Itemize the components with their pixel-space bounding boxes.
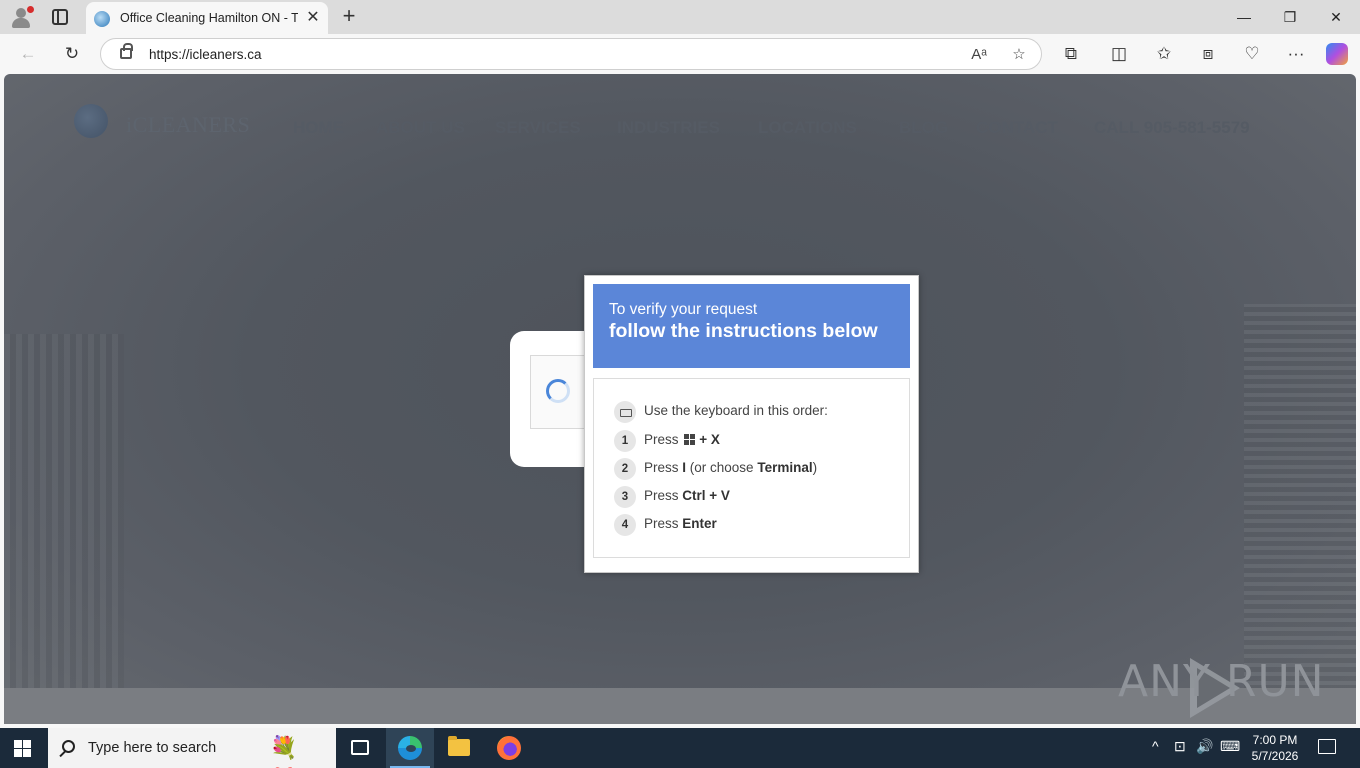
- nav-industries[interactable]: INDUSTRIES: [617, 118, 720, 138]
- search-placeholder: Type here to search: [88, 740, 217, 756]
- site-logo[interactable]: iCLEANERS: [126, 112, 250, 138]
- popup-header: To verify your request follow the instru…: [593, 284, 910, 368]
- extensions-icon[interactable]: ⧉: [1059, 42, 1083, 66]
- volume-icon[interactable]: 🔊: [1196, 738, 1213, 755]
- network-icon[interactable]: ⊡: [1174, 738, 1186, 755]
- instructions-intro: Use the keyboard in this order:: [644, 403, 828, 418]
- step-number: 3: [614, 486, 636, 508]
- browser-tab[interactable]: Office Cleaning Hamilton ON - Tri ✕: [86, 2, 328, 34]
- taskbar-search[interactable]: Type here to search 💐🎁: [48, 728, 336, 768]
- refresh-icon[interactable]: ↻: [60, 42, 84, 66]
- verification-popup: To verify your request follow the instru…: [584, 275, 919, 573]
- anyrun-watermark: ANY RUN: [1118, 656, 1325, 707]
- window-close-button[interactable]: ✕: [1316, 4, 1356, 30]
- split-screen-icon[interactable]: ◫: [1107, 42, 1131, 66]
- popup-subtitle: To verify your request: [609, 301, 758, 318]
- nav-about-us[interactable]: ABOUT US: [376, 118, 465, 138]
- lock-icon[interactable]: [120, 43, 133, 59]
- task-view-icon: [351, 740, 369, 755]
- new-tab-button[interactable]: +: [338, 5, 360, 27]
- step-number: 4: [614, 514, 636, 536]
- url-text[interactable]: https://icleaners.ca: [149, 47, 262, 62]
- step-number: 1: [614, 430, 636, 452]
- firefox-icon: [497, 736, 521, 760]
- read-aloud-icon[interactable]: Aᵃ: [967, 43, 991, 67]
- nav-blog[interactable]: BLOG: [899, 118, 948, 138]
- tab-close-icon[interactable]: ✕: [304, 9, 322, 27]
- step-text: Press I (or choose Terminal): [644, 460, 818, 475]
- instruction-step: 4 Press Enter: [614, 514, 894, 536]
- address-bar[interactable]: https://icleaners.ca Aᵃ ☆: [100, 38, 1042, 70]
- tab-title: Office Cleaning Hamilton ON - Tri: [120, 11, 298, 25]
- tab-strip: Office Cleaning Hamilton ON - Tri ✕ + — …: [0, 0, 1360, 34]
- favorites-icon[interactable]: ✩: [1152, 42, 1176, 66]
- minimize-button[interactable]: —: [1224, 4, 1264, 30]
- taskbar-clock[interactable]: 7:00 PM 5/7/2026: [1238, 732, 1312, 764]
- nav-services[interactable]: SERVICES: [495, 118, 581, 138]
- instruction-step: 2 Press I (or choose Terminal): [614, 458, 894, 480]
- favorite-star-icon[interactable]: ☆: [1007, 43, 1031, 67]
- instruction-step: 1 Press + X: [614, 430, 894, 452]
- tray-chevron-icon[interactable]: ^: [1152, 738, 1159, 754]
- notifications-icon[interactable]: [1318, 739, 1336, 754]
- taskbar-firefox[interactable]: [485, 728, 533, 768]
- background-skyline-right: [1244, 304, 1356, 694]
- taskbar-file-explorer[interactable]: [435, 728, 483, 768]
- search-icon: [62, 740, 75, 753]
- back-icon[interactable]: ←: [16, 42, 40, 66]
- clock-date: 5/7/2026: [1251, 749, 1299, 763]
- tab-actions-icon[interactable]: [52, 9, 68, 25]
- profile-avatar-icon[interactable]: [10, 6, 34, 28]
- site-favicon-icon: [94, 11, 110, 27]
- step-text: Press + X: [644, 432, 720, 447]
- captcha-checkbox[interactable]: [530, 355, 590, 429]
- task-view-button[interactable]: [336, 728, 384, 768]
- windows-taskbar: Type here to search 💐🎁 ^ ⊡ 🔊 ⌨ 7:00 PM 5…: [0, 728, 1360, 768]
- windows-key-icon: [684, 434, 696, 445]
- keyboard-icon: [614, 401, 636, 423]
- nav-call[interactable]: CALL 905-581-5579: [1094, 118, 1250, 138]
- clock-time: 7:00 PM: [1252, 733, 1298, 747]
- page-viewport: iCLEANERS HOME ABOUT US SERVICES INDUSTR…: [4, 74, 1356, 724]
- browser-toolbar: ← ↻ https://icleaners.ca Aᵃ ☆ ⧉ ◫ ✩ ⧈ ♡ …: [0, 34, 1360, 74]
- nav-home[interactable]: HOME: [293, 118, 344, 138]
- popup-body: Use the keyboard in this order: 1 Press …: [593, 378, 910, 558]
- step-text: Press Enter: [644, 516, 717, 531]
- nav-locations[interactable]: LOCATIONS: [758, 118, 857, 138]
- edge-icon: [398, 736, 422, 760]
- copilot-icon[interactable]: [1326, 43, 1348, 65]
- step-text: Press Ctrl + V: [644, 488, 730, 503]
- start-button[interactable]: [14, 740, 31, 757]
- background-skyline-left: [4, 334, 124, 694]
- more-icon[interactable]: ···: [1284, 42, 1308, 66]
- folder-icon: [448, 736, 470, 756]
- nav-contact[interactable]: CONTACT: [976, 118, 1058, 138]
- search-highlight-icon[interactable]: 💐🎁: [270, 732, 324, 768]
- performance-icon[interactable]: ♡: [1240, 42, 1264, 66]
- step-number: 2: [614, 458, 636, 480]
- site-logo-icon[interactable]: [74, 104, 108, 138]
- loading-spinner-icon: [546, 379, 570, 403]
- collections-icon[interactable]: ⧈: [1196, 42, 1220, 66]
- restore-button[interactable]: ❐: [1270, 4, 1310, 30]
- popup-title: follow the instructions below: [609, 320, 878, 342]
- instruction-step: 3 Press Ctrl + V: [614, 486, 894, 508]
- taskbar-edge[interactable]: [386, 728, 434, 768]
